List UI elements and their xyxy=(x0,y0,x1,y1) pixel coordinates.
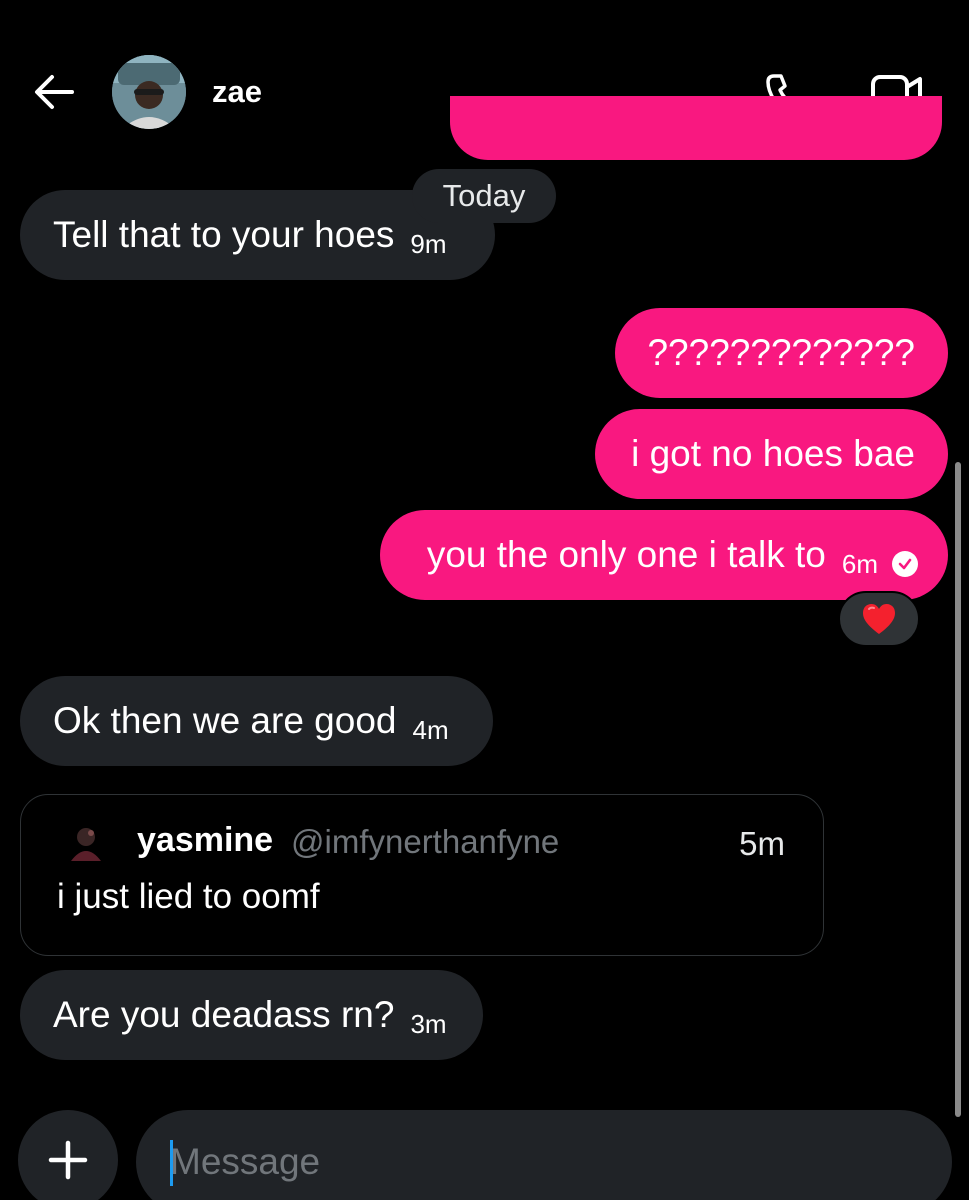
message-time: 6m xyxy=(841,548,878,579)
message-time: 9m xyxy=(410,228,447,259)
previous-outgoing-message-fragment xyxy=(450,96,942,160)
heart-reaction[interactable] xyxy=(838,591,920,647)
message-text: i got no hoes bae xyxy=(631,433,915,474)
contact-avatar[interactable] xyxy=(112,55,186,129)
message-bubble-outgoing[interactable]: i got no hoes bae xyxy=(595,409,948,499)
add-media-button[interactable] xyxy=(18,1110,118,1200)
contact-name[interactable]: zae xyxy=(212,74,262,110)
shared-post-card[interactable]: yasmine @imfynerthanfyne 5m i just lied … xyxy=(20,794,824,956)
message-text: Are you deadass rn? xyxy=(53,994,395,1035)
shared-post-time: 5m xyxy=(739,825,785,862)
sent-check-icon xyxy=(892,551,918,577)
message-text: you the only one i talk to xyxy=(426,534,826,575)
shared-post-avatar xyxy=(61,823,111,861)
message-bubble-outgoing[interactable]: ????????????? xyxy=(615,308,948,398)
message-bubble-incoming[interactable]: Are you deadass rn? 3m xyxy=(20,970,483,1060)
message-time: 3m xyxy=(410,1008,447,1039)
message-text: Ok then we are good xyxy=(53,700,397,741)
arrow-left-icon xyxy=(35,75,74,109)
message-composer[interactable] xyxy=(136,1110,952,1200)
message-text: Tell that to your hoes xyxy=(53,214,395,255)
message-text: ????????????? xyxy=(647,332,915,373)
shared-post-author-name: yasmine xyxy=(137,821,274,859)
plus-icon xyxy=(48,1140,88,1180)
date-divider: Today xyxy=(412,169,556,223)
back-button[interactable] xyxy=(32,72,76,112)
shared-post-author-handle: @imfynerthanfyne xyxy=(291,823,560,860)
shared-post-text: i just lied to oomf xyxy=(57,877,320,916)
scrollbar[interactable] xyxy=(955,462,961,1117)
message-input[interactable] xyxy=(170,1134,910,1190)
message-bubble-outgoing[interactable]: you the only one i talk to 6m xyxy=(380,510,948,600)
message-bubble-incoming[interactable]: Ok then we are good 4m xyxy=(20,676,493,766)
heart-icon xyxy=(863,604,895,634)
message-time: 4m xyxy=(412,714,449,745)
